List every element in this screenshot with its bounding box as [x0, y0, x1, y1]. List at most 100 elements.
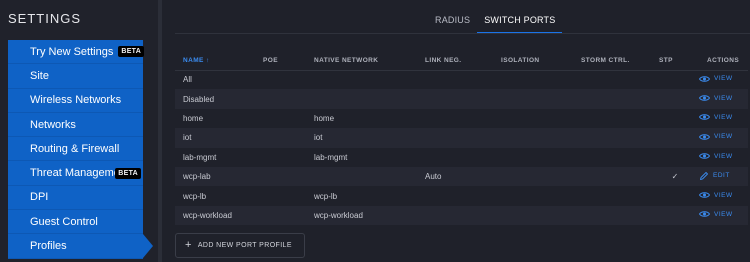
cell-name: All	[183, 75, 192, 85]
cell-stp	[651, 205, 699, 226]
column-header-name[interactable]: NAME ↑	[175, 51, 255, 71]
cell-poe	[255, 128, 306, 148]
eye-icon	[699, 95, 710, 101]
cell-name: Disabled	[175, 89, 255, 109]
cell-storm-ctrl	[573, 89, 651, 109]
edit-action[interactable]: EDIT	[699, 171, 730, 181]
sidebar-item-threat-management[interactable]: Threat Management BETA	[8, 161, 143, 186]
cell-poe	[255, 148, 306, 167]
view-label: VIEW	[714, 75, 733, 83]
cell-native-network: home	[314, 113, 335, 123]
sidebar-item-label: Try New Settings	[30, 45, 114, 58]
sidebar-item-site[interactable]: Site	[8, 64, 143, 89]
eye-icon	[699, 134, 710, 140]
main-content: RADIUS SWITCH PORTS NAME ↑ POE NATIVE NE…	[175, 0, 750, 262]
column-header-native-network[interactable]: NATIVE NETWORK	[306, 51, 417, 71]
view-label: VIEW	[714, 210, 733, 218]
cell-native-network	[306, 89, 417, 109]
view-action[interactable]: VIEW	[699, 113, 733, 121]
sidebar-divider	[158, 0, 162, 262]
cell-link-neg	[417, 148, 493, 167]
table-row[interactable]: wcp-lb wcp-lb VIEW	[175, 186, 748, 205]
view-label: VIEW	[714, 133, 733, 141]
view-label: VIEW	[714, 113, 733, 121]
cell-native-network	[306, 166, 417, 187]
tab-divider	[175, 33, 750, 34]
cell-name: wcp-workload	[175, 205, 255, 226]
cell-actions: VIEW	[699, 109, 748, 128]
sidebar-item-profiles[interactable]: Profiles	[8, 234, 153, 259]
cell-link-neg	[417, 70, 493, 89]
tab-switch-ports[interactable]: SWITCH PORTS	[477, 11, 563, 34]
cell-poe	[255, 109, 306, 128]
cell-isolation	[493, 205, 573, 226]
column-header-poe[interactable]: POE	[255, 51, 306, 71]
cell-native-network: wcp-lb	[314, 191, 338, 201]
sidebar-item-label: Profiles	[30, 240, 67, 253]
view-action[interactable]: VIEW	[699, 152, 733, 160]
eye-icon	[699, 114, 710, 121]
edit-label: EDIT	[713, 172, 730, 180]
table-row[interactable]: All VIEW	[175, 70, 748, 89]
table-row[interactable]: iot iot VIEW	[175, 128, 748, 148]
add-port-profile-button[interactable]: + ADD NEW PORT PROFILE	[175, 233, 305, 258]
stp-check-icon: ✓	[651, 166, 699, 187]
cell-native-network: iot	[306, 128, 417, 148]
cell-isolation	[493, 89, 573, 109]
column-header-isolation[interactable]: ISOLATION	[493, 51, 573, 71]
cell-actions: VIEW	[699, 205, 748, 226]
view-action[interactable]: VIEW	[699, 75, 733, 83]
add-port-profile-label: ADD NEW PORT PROFILE	[197, 242, 292, 249]
sidebar-item-try-new-settings[interactable]: Try New Settings BETA	[8, 40, 145, 65]
cell-native-network	[306, 70, 417, 89]
sidebar-item-dpi[interactable]: DPI	[8, 185, 143, 211]
tab-bar: RADIUS SWITCH PORTS	[428, 11, 563, 34]
cell-native-network: wcp-workload	[306, 205, 417, 226]
cell-storm-ctrl	[573, 128, 651, 148]
cell-native-network: lab-mgmt	[314, 152, 348, 162]
cell-link-neg	[417, 89, 493, 109]
cell-stp	[651, 186, 699, 205]
cell-isolation	[493, 109, 573, 128]
sidebar-item-networks[interactable]: Networks	[8, 112, 143, 138]
column-header-actions: ACTIONS	[699, 51, 748, 71]
sidebar-item-label: Routing & Firewall	[30, 142, 120, 155]
table-row[interactable]: lab-mgmt lab-mgmt VIEW	[175, 148, 748, 167]
table-row[interactable]: Disabled VIEW	[175, 89, 748, 109]
tab-radius[interactable]: RADIUS	[428, 11, 477, 34]
cell-link-neg	[417, 205, 493, 226]
cell-name: home	[183, 113, 204, 123]
table-row[interactable]: wcp-lab Auto ✓ EDIT	[175, 166, 748, 187]
view-action[interactable]: VIEW	[699, 191, 733, 199]
sidebar-item-routing-firewall[interactable]: Routing & Firewall	[8, 137, 143, 162]
cell-stp	[651, 148, 699, 167]
cell-name: iot	[175, 128, 255, 148]
sidebar-item-label: DPI	[30, 191, 49, 204]
column-header-storm-ctrl[interactable]: STORM CTRL.	[573, 51, 651, 71]
column-header-stp[interactable]: STP	[651, 51, 699, 71]
table-row[interactable]: wcp-workload wcp-workload VIEW	[175, 205, 748, 226]
view-action[interactable]: VIEW	[699, 94, 733, 102]
eye-icon	[699, 153, 710, 159]
table-row[interactable]: home home VIEW	[175, 109, 748, 128]
view-action[interactable]: VIEW	[699, 210, 733, 218]
sidebar: SETTINGS Try New Settings BETA Site Wire…	[0, 0, 158, 262]
column-header-link-neg[interactable]: LINK NEG.	[417, 51, 493, 71]
cell-storm-ctrl	[573, 109, 651, 128]
cell-actions: VIEW	[699, 128, 748, 148]
cell-poe	[255, 205, 306, 226]
pencil-icon	[700, 171, 708, 180]
plus-icon: +	[185, 239, 192, 251]
view-action[interactable]: VIEW	[699, 133, 733, 141]
sidebar-item-wireless-networks[interactable]: Wireless Networks	[8, 88, 143, 113]
cell-isolation	[493, 148, 573, 167]
sidebar-item-guest-control[interactable]: Guest Control	[8, 210, 143, 235]
cell-poe	[255, 70, 306, 89]
cell-name: wcp-lab	[175, 166, 255, 187]
sidebar-item-label: Networks	[30, 118, 76, 131]
cell-stp	[651, 89, 699, 109]
view-label: VIEW	[714, 152, 733, 160]
cell-link-neg: Auto	[417, 166, 493, 187]
sidebar-item-label: Site	[30, 69, 49, 82]
port-profiles-table: NAME ↑ POE NATIVE NETWORK LINK NEG. ISOL…	[175, 51, 748, 226]
